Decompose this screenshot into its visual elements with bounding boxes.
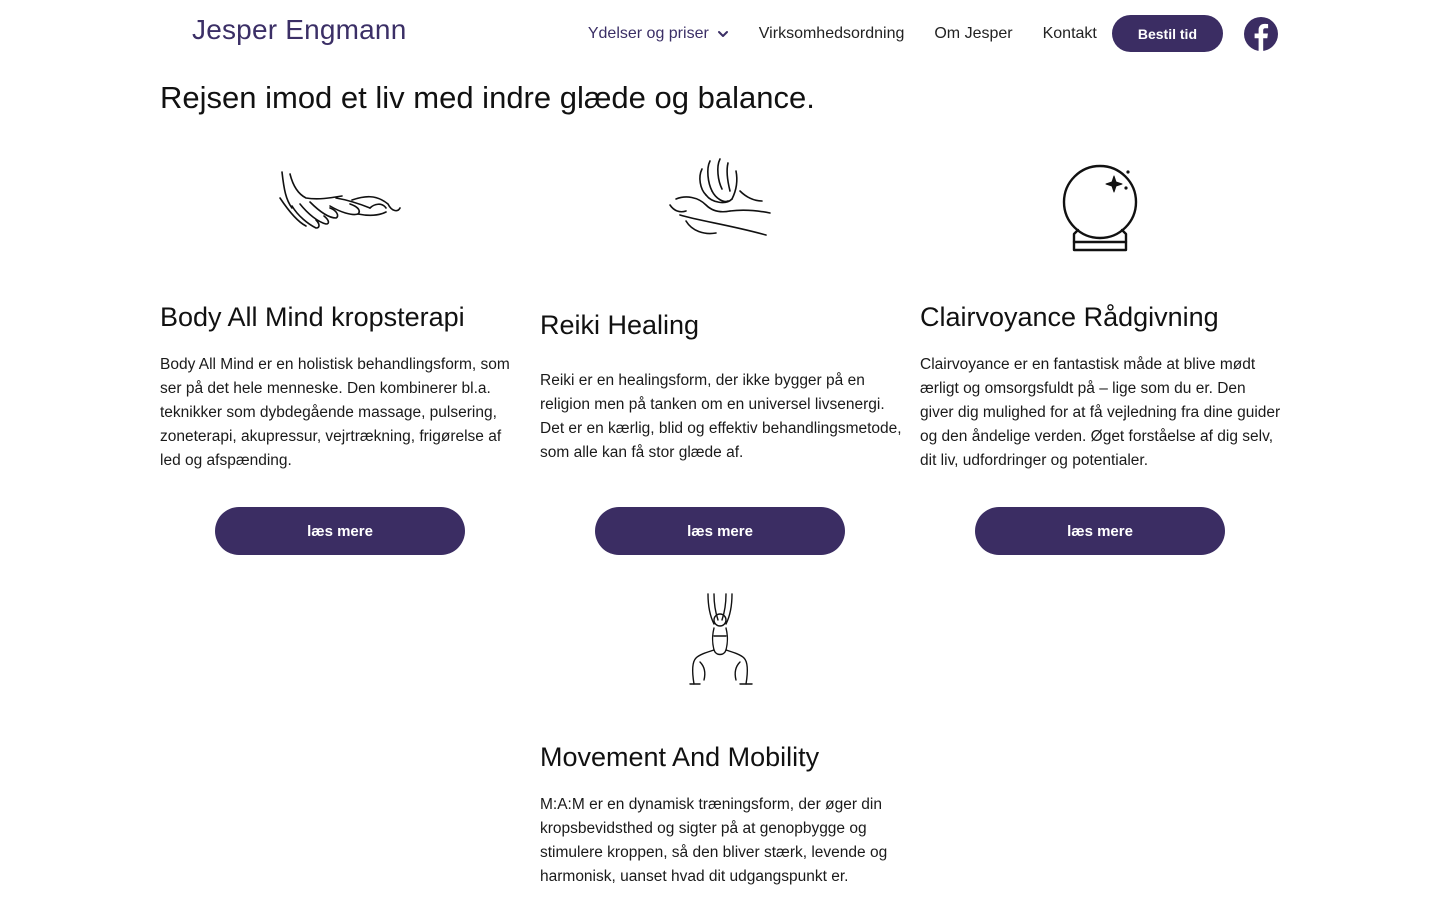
page-title: Rejsen imod et liv med indre glæde og ba…: [160, 80, 815, 115]
yoga-pose-icon: [689, 593, 753, 685]
service-description: Reiki er en healingsform, der ikke bygge…: [540, 372, 902, 461]
nav-item-virksomhedsordning[interactable]: Virksomhedsordning: [759, 25, 905, 43]
crystal-ball-icon: [1062, 164, 1138, 252]
main-nav: Ydelser og priser Virksomhedsordning Om …: [588, 15, 1278, 52]
service-description: M:A:M er en dynamisk træningsform, der ø…: [540, 796, 888, 885]
service-title: Movement And Mobility: [540, 742, 820, 772]
facebook-icon[interactable]: [1244, 16, 1278, 51]
site-logo[interactable]: Jesper Engmann: [192, 14, 406, 46]
read-more-button[interactable]: læs mere: [215, 507, 465, 555]
service-description: Clairvoyance er en fantastisk måde at bl…: [920, 356, 1281, 469]
nav-item-ydelser[interactable]: Ydelser og priser: [588, 25, 729, 43]
nav-item-label: Ydelser og priser: [587, 24, 709, 42]
nav-item-kontakt[interactable]: Kontakt: [1043, 25, 1097, 43]
healing-hands-icon: [669, 158, 771, 236]
service-description: Body All Mind er en holistisk behandling…: [160, 356, 510, 469]
site-header: Jesper Engmann Ydelser og priser Virksom…: [0, 0, 1440, 64]
service-title: Reiki Healing: [540, 310, 700, 340]
service-title: Clairvoyance Rådgivning: [920, 302, 1219, 332]
read-more-button[interactable]: læs mere: [975, 507, 1225, 555]
service-title: Body All Mind kropsterapi: [160, 302, 465, 332]
nav-item-om-jesper[interactable]: Om Jesper: [934, 25, 1012, 43]
read-more-button[interactable]: læs mere: [595, 507, 845, 555]
hands-massage-icon: [279, 171, 401, 229]
chevron-down-icon: [717, 30, 728, 37]
book-appointment-button[interactable]: Bestil tid: [1111, 15, 1223, 52]
